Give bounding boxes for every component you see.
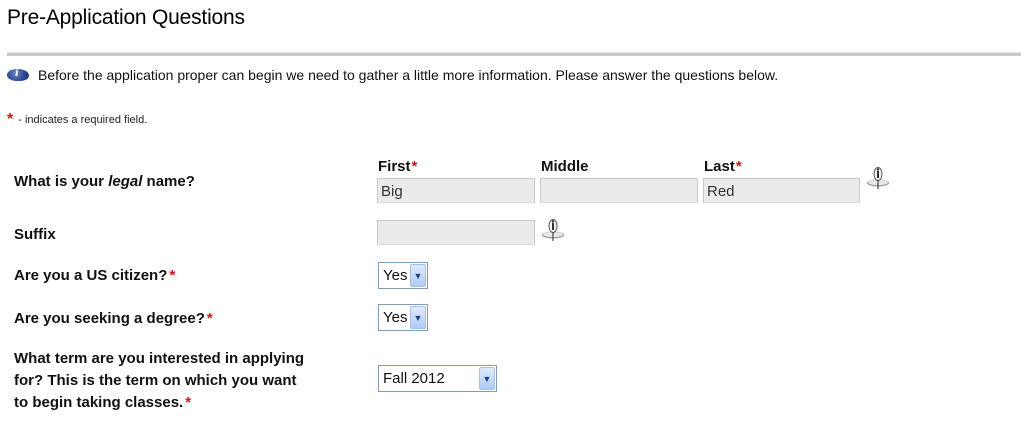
middle-name-heading: Middle <box>541 158 589 175</box>
required-marker: * <box>7 111 14 128</box>
required-legend-text: - indicates a required field. <box>18 114 148 126</box>
required-legend: * - indicates a required field. <box>7 111 147 129</box>
chevron-down-icon[interactable]: ▼ <box>479 367 495 390</box>
degree-select[interactable]: Yes ▼ <box>378 304 428 331</box>
suffix-input[interactable] <box>377 220 535 245</box>
degree-label: Are you seeking a degree? * <box>14 310 213 327</box>
help-pin-icon[interactable] <box>866 166 890 190</box>
chevron-down-icon[interactable]: ▼ <box>410 264 426 287</box>
term-select[interactable]: Fall 2012 ▼ <box>378 365 497 392</box>
citizen-select[interactable]: Yes ▼ <box>378 262 428 289</box>
suffix-label: Suffix <box>14 226 56 243</box>
citizen-select-value: Yes <box>383 267 408 284</box>
last-name-heading: Last* <box>704 158 742 175</box>
legal-name-label: What is your legal name? <box>14 173 195 190</box>
info-icon: i <box>7 68 31 82</box>
term-select-value: Fall 2012 <box>383 370 445 387</box>
first-name-input[interactable]: Big <box>377 178 535 203</box>
info-message: i Before the application proper can begi… <box>7 64 778 86</box>
last-name-input[interactable]: Red <box>703 178 860 203</box>
middle-name-input[interactable] <box>540 178 698 203</box>
help-pin-icon[interactable] <box>541 218 565 242</box>
page-title: Pre-Application Questions <box>7 6 245 29</box>
degree-select-value: Yes <box>383 309 408 326</box>
first-name-heading: First* <box>378 158 418 175</box>
term-label: What term are you interested in applying… <box>14 350 305 411</box>
chevron-down-icon[interactable]: ▼ <box>410 306 426 329</box>
title-divider <box>7 52 1021 56</box>
legal-emphasis: legal <box>108 173 143 190</box>
info-text: Before the application proper can begin … <box>38 67 779 83</box>
citizen-label: Are you a US citizen? * <box>14 267 176 284</box>
